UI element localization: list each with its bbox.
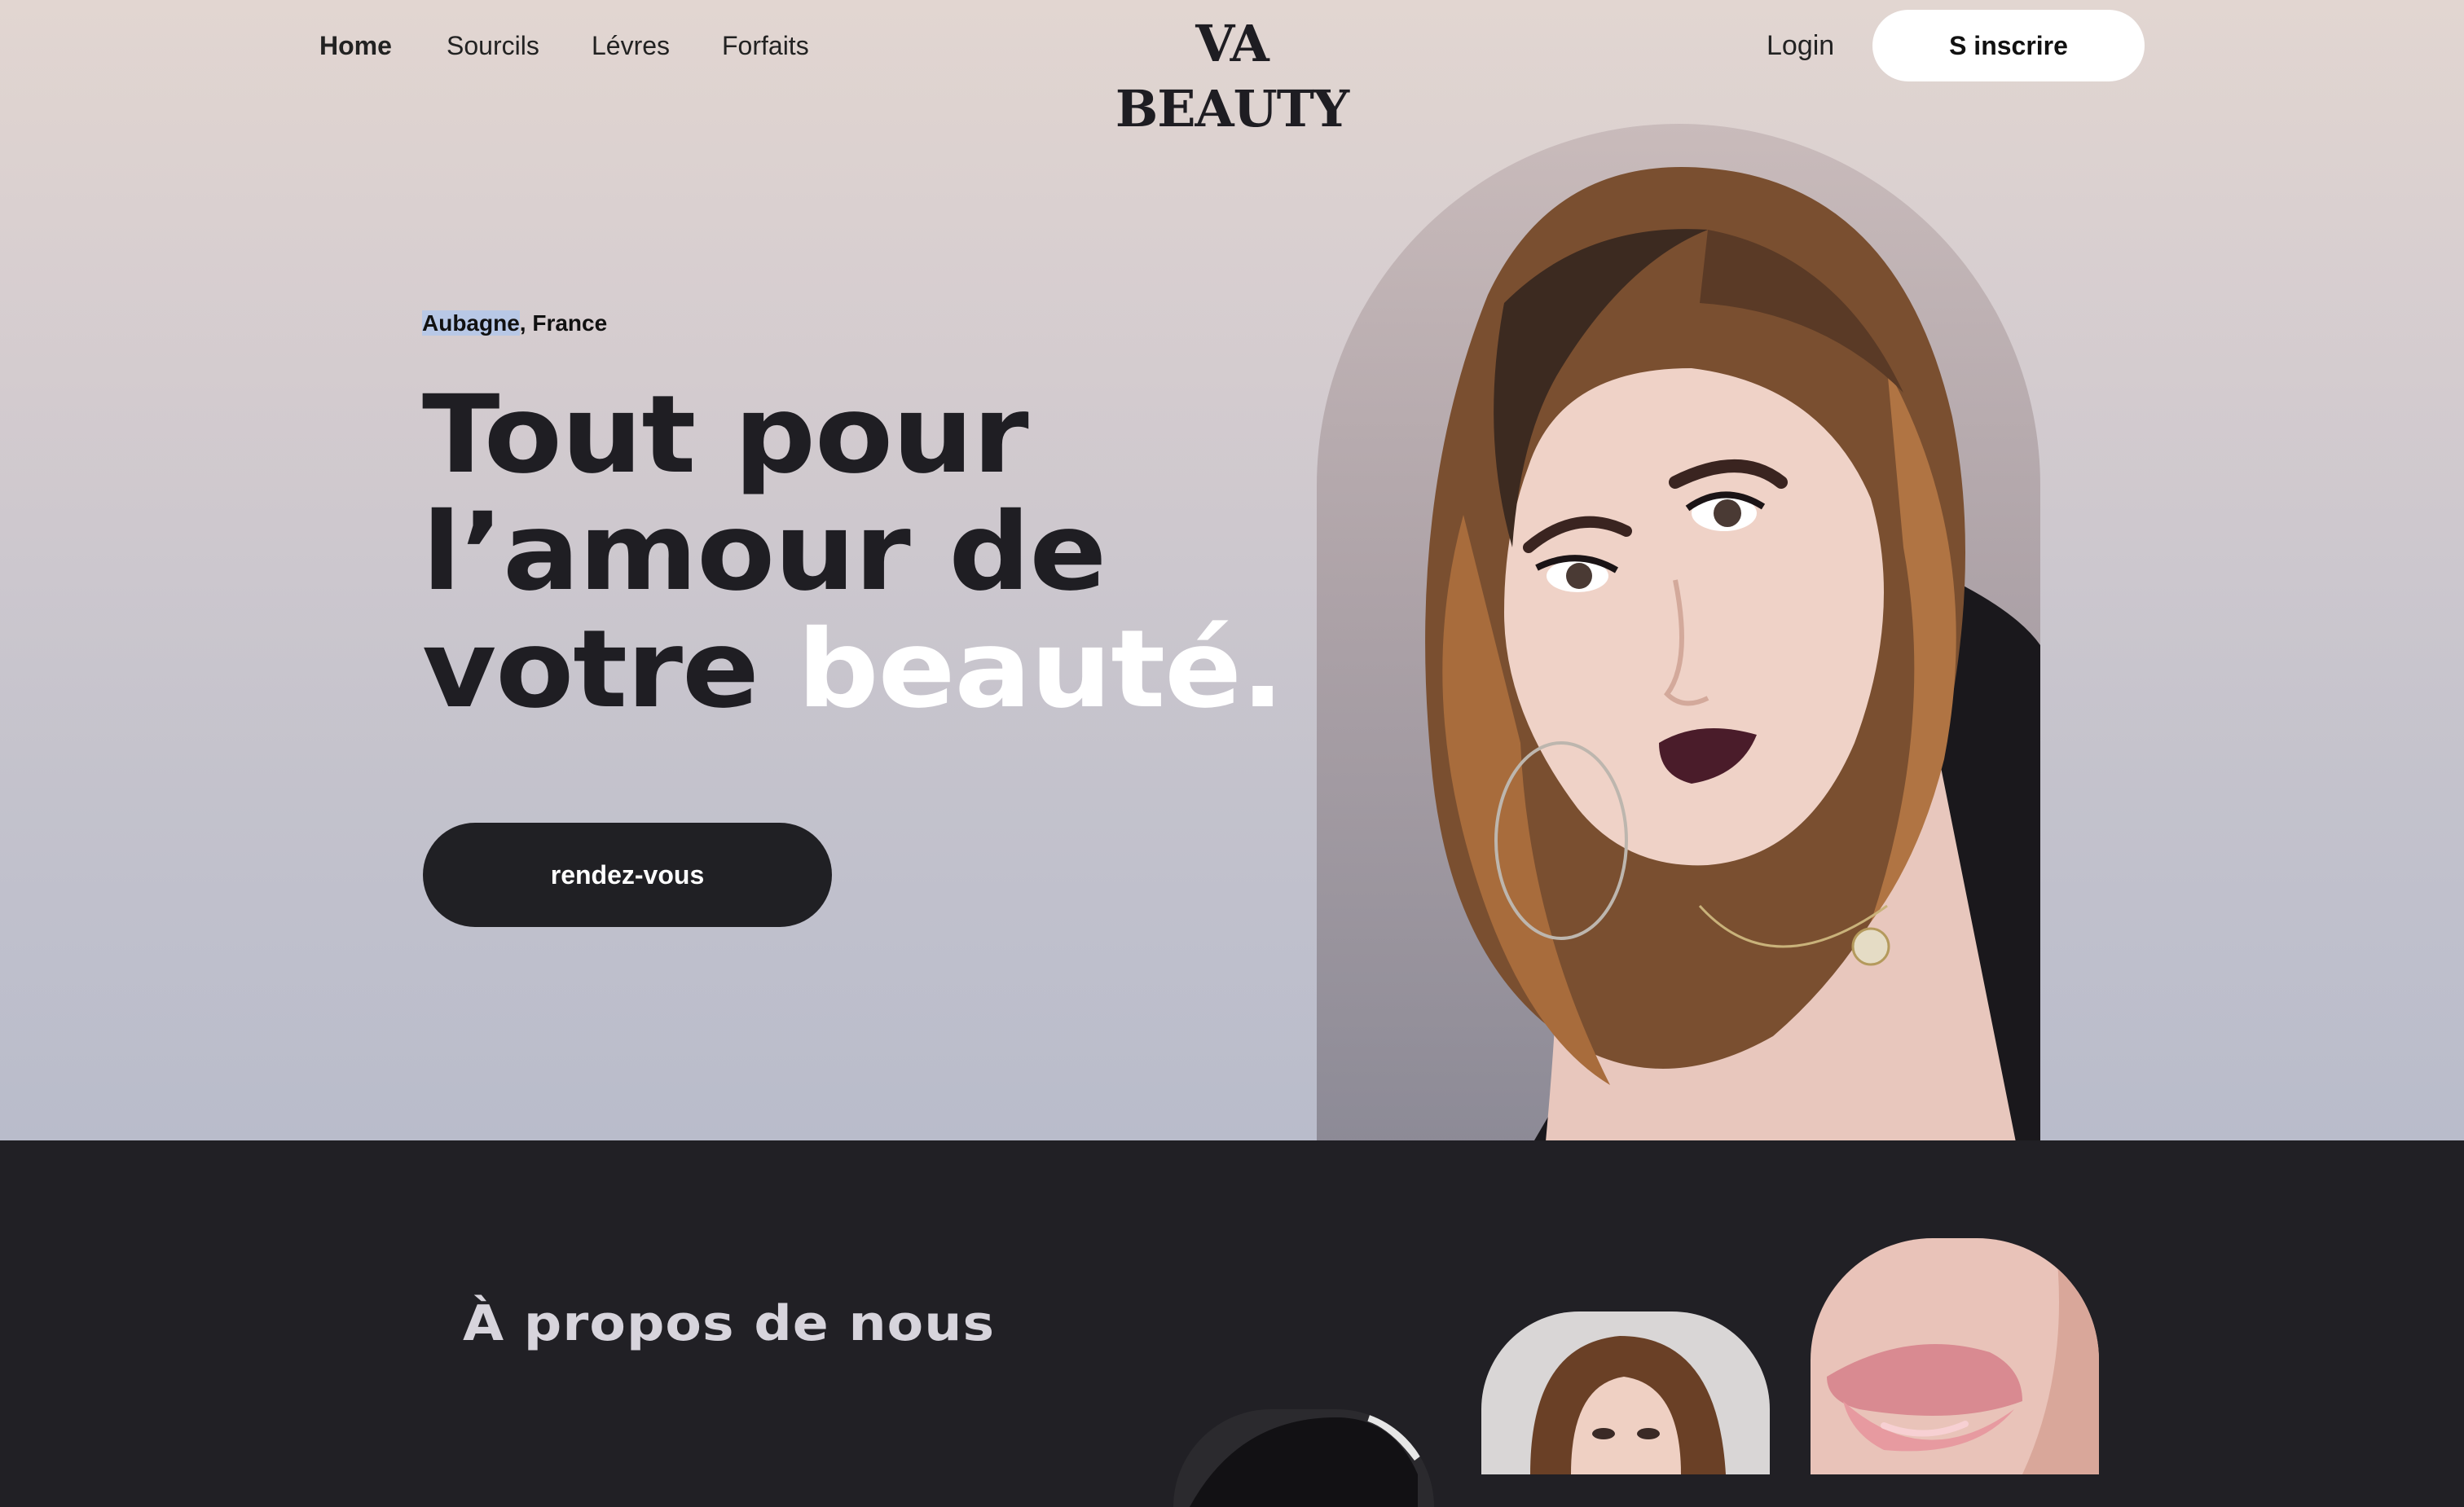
- lips-illustration: [1827, 1238, 2099, 1474]
- hero-section: Home Sourcils Lévres Forfaits VA BEAUTY …: [0, 0, 2464, 1140]
- nav-forfaits[interactable]: Forfaits: [722, 28, 809, 64]
- portrait-thumb-illustration: [1530, 1336, 1726, 1474]
- brand-logo[interactable]: VA BEAUTY: [1084, 11, 1380, 142]
- signup-button[interactable]: S inscrire: [1872, 10, 2145, 81]
- about-image-lips: [1811, 1238, 2099, 1474]
- nav-home[interactable]: Home: [319, 28, 392, 64]
- login-link[interactable]: Login: [1767, 28, 1834, 64]
- about-image-portrait: [1481, 1311, 1770, 1474]
- nav-sourcils[interactable]: Sourcils: [447, 28, 539, 64]
- headline-line-3: votre: [422, 607, 798, 732]
- headline-highlight: beauté.: [797, 607, 1284, 732]
- about-image-brush: [1173, 1409, 1434, 1507]
- hero-headline: Tout pour l’amour de votre beauté.: [422, 376, 1286, 728]
- hero-portrait-image: [1317, 124, 2040, 1140]
- brush-illustration: [1190, 1413, 1421, 1507]
- portrait-illustration: [1425, 167, 2040, 1140]
- about-title: À propos de nous: [463, 1295, 996, 1352]
- headline-line-2: l’amour de: [422, 490, 1107, 615]
- location-label: Aubagne, France: [422, 308, 607, 339]
- location-country: , France: [519, 310, 608, 336]
- location-city: Aubagne: [422, 310, 520, 336]
- headline-line-1: Tout pour: [422, 372, 1029, 498]
- nav-levres[interactable]: Lévres: [592, 28, 670, 64]
- appointment-button[interactable]: rendez-vous: [423, 823, 832, 927]
